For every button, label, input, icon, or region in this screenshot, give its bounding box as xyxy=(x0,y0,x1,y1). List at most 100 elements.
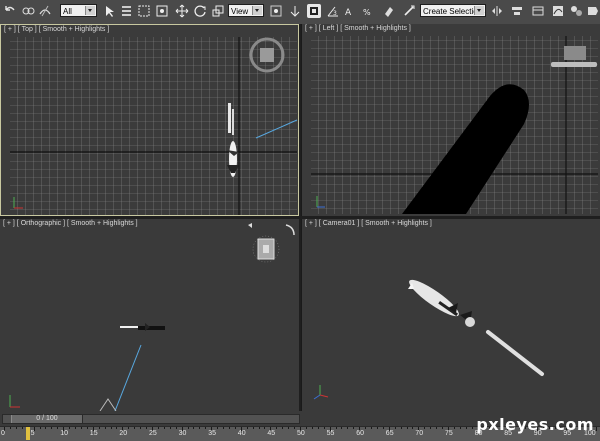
ruler-tick xyxy=(246,427,248,429)
spinner-snap-icon[interactable]: % xyxy=(362,4,376,18)
manipulate-icon[interactable] xyxy=(288,4,302,18)
ruler-tick xyxy=(80,427,82,429)
ruler-label: 0 xyxy=(1,430,5,437)
ruler-tick xyxy=(45,427,47,429)
select-by-name-icon[interactable] xyxy=(120,4,134,18)
viewport-camera[interactable]: [ + ] [ Camera01 ] [ Smooth + Highlights… xyxy=(301,219,600,415)
select-object-icon[interactable] xyxy=(103,4,117,18)
viewport-label-top[interactable]: [ + ] [ Top ] [ Smooth + Highlights ] xyxy=(4,26,109,33)
scale-icon[interactable] xyxy=(211,4,225,18)
ruler-tick xyxy=(471,427,473,429)
layer-manager-icon[interactable] xyxy=(531,4,545,18)
ruler-tick xyxy=(365,427,367,429)
viewport-label-ortho[interactable]: [ + ] [ Orthographic ] [ Smooth + Highli… xyxy=(3,220,138,227)
ruler-tick xyxy=(323,427,325,429)
time-slider-thumb[interactable]: 0 / 100 xyxy=(11,415,83,423)
watermark-text: pxleyes.com xyxy=(476,415,594,434)
ruler-tick xyxy=(39,427,41,429)
axis-tripod-ortho xyxy=(9,395,20,408)
ruler-label: 75 xyxy=(445,430,453,437)
ruler-tick xyxy=(134,427,136,429)
time-slider-track[interactable]: 0 / 100 xyxy=(2,414,300,424)
percent-snap-icon[interactable]: A xyxy=(344,4,358,18)
ruler-tick xyxy=(75,427,77,429)
material-editor-icon[interactable] xyxy=(569,4,583,18)
ruler-tick xyxy=(317,427,319,429)
left-grid xyxy=(311,36,598,214)
ruler-tick xyxy=(163,427,165,429)
mirror-tool-icon[interactable] xyxy=(490,4,504,18)
ruler-tick xyxy=(146,427,148,429)
ruler-tick xyxy=(228,427,230,429)
missile-camera[interactable] xyxy=(405,275,544,376)
ruler-tick xyxy=(311,427,313,429)
snaps-toggle-icon[interactable] xyxy=(307,4,321,18)
ruler-label: 5 xyxy=(30,430,35,437)
viewport-left[interactable]: [ + ] [ Left ] [ Smooth + Highlights ] xyxy=(301,24,600,216)
undo-icon[interactable] xyxy=(3,4,17,18)
viewport-orthographic[interactable]: [ + ] [ Orthographic ] [ Smooth + Highli… xyxy=(0,219,299,415)
ruler-tick xyxy=(347,427,349,429)
ruler-tick xyxy=(596,427,597,431)
move-icon[interactable] xyxy=(175,4,189,18)
ruler-tick xyxy=(223,427,225,429)
ruler-tick xyxy=(430,427,432,429)
ruler-tick xyxy=(110,427,112,429)
svg-text:%: % xyxy=(363,8,371,17)
viewport-top[interactable]: [ + ] [ Top ] [ Smooth + Highlights ] xyxy=(0,24,299,216)
reference-coordinate-select[interactable]: View xyxy=(228,4,264,17)
ruler-tick xyxy=(335,427,337,429)
ruler-tick xyxy=(353,427,355,429)
ruler-label: 30 xyxy=(178,430,187,437)
ruler-tick xyxy=(157,427,159,429)
ruler-tick xyxy=(69,427,71,429)
ortho-scene xyxy=(9,223,295,412)
ruler-label: 45 xyxy=(267,430,276,437)
ruler-label: 35 xyxy=(208,430,216,437)
ruler-label: 70 xyxy=(415,430,424,437)
render-icon[interactable] xyxy=(586,4,600,18)
mirror-icon[interactable] xyxy=(402,4,416,18)
ruler-tick xyxy=(406,427,408,429)
ruler-label: 50 xyxy=(297,430,305,437)
selection-filter-select[interactable]: All xyxy=(60,4,97,17)
ruler-tick xyxy=(86,427,88,429)
timeline-panel: 0 / 100 0 5 10 15 20 25 30 35 40 45 50 55 60 65 70 75 80… xyxy=(0,411,600,441)
unlink-icon[interactable] xyxy=(38,4,52,18)
ruler-tick xyxy=(205,427,207,429)
ruler-tick xyxy=(341,427,343,429)
ruler-tick xyxy=(453,427,455,429)
ruler-tick xyxy=(199,427,201,429)
viewport-label-left[interactable]: [ + ] [ Left ] [ Smooth + Highlights ] xyxy=(305,25,411,32)
ruler-tick xyxy=(424,427,426,429)
ruler-tick xyxy=(140,427,142,429)
edit-named-selection-icon[interactable] xyxy=(382,4,396,18)
angle-snap-icon[interactable]: 3 xyxy=(326,4,340,18)
link-icon[interactable] xyxy=(21,4,35,18)
ruler-tick xyxy=(465,427,467,429)
camera-scene xyxy=(313,275,544,400)
ruler-label: 10 xyxy=(60,430,68,437)
ruler-label: 15 xyxy=(89,430,98,437)
named-selection-set-select[interactable]: Create Selection Se xyxy=(420,4,486,17)
ruler-label: 20 xyxy=(119,430,128,437)
rectangular-selection-icon[interactable] xyxy=(137,4,151,18)
ruler-tick xyxy=(217,427,219,429)
curve-editor-icon[interactable] xyxy=(551,4,565,18)
ruler-tick xyxy=(21,427,23,429)
rotate-icon[interactable] xyxy=(193,4,207,18)
missile-ortho[interactable] xyxy=(120,323,165,331)
ruler-tick xyxy=(382,427,384,429)
ruler-tick xyxy=(104,427,106,429)
ruler-tick xyxy=(394,427,396,429)
viewcube-ortho[interactable] xyxy=(248,223,295,263)
viewport-area: [ + ] [ Top ] [ Smooth + Highlights ] [ … xyxy=(0,24,600,415)
viewport-label-camera[interactable]: [ + ] [ Camera01 ] [ Smooth + Highlights… xyxy=(305,220,432,227)
ruler-tick xyxy=(436,427,438,429)
align-icon[interactable] xyxy=(510,4,524,18)
pivot-center-icon[interactable] xyxy=(269,4,283,18)
window-crossing-icon[interactable] xyxy=(155,4,169,18)
axis-tripod-camera xyxy=(313,385,329,400)
ruler-tick xyxy=(98,427,100,429)
current-frame-marker[interactable] xyxy=(26,427,30,440)
